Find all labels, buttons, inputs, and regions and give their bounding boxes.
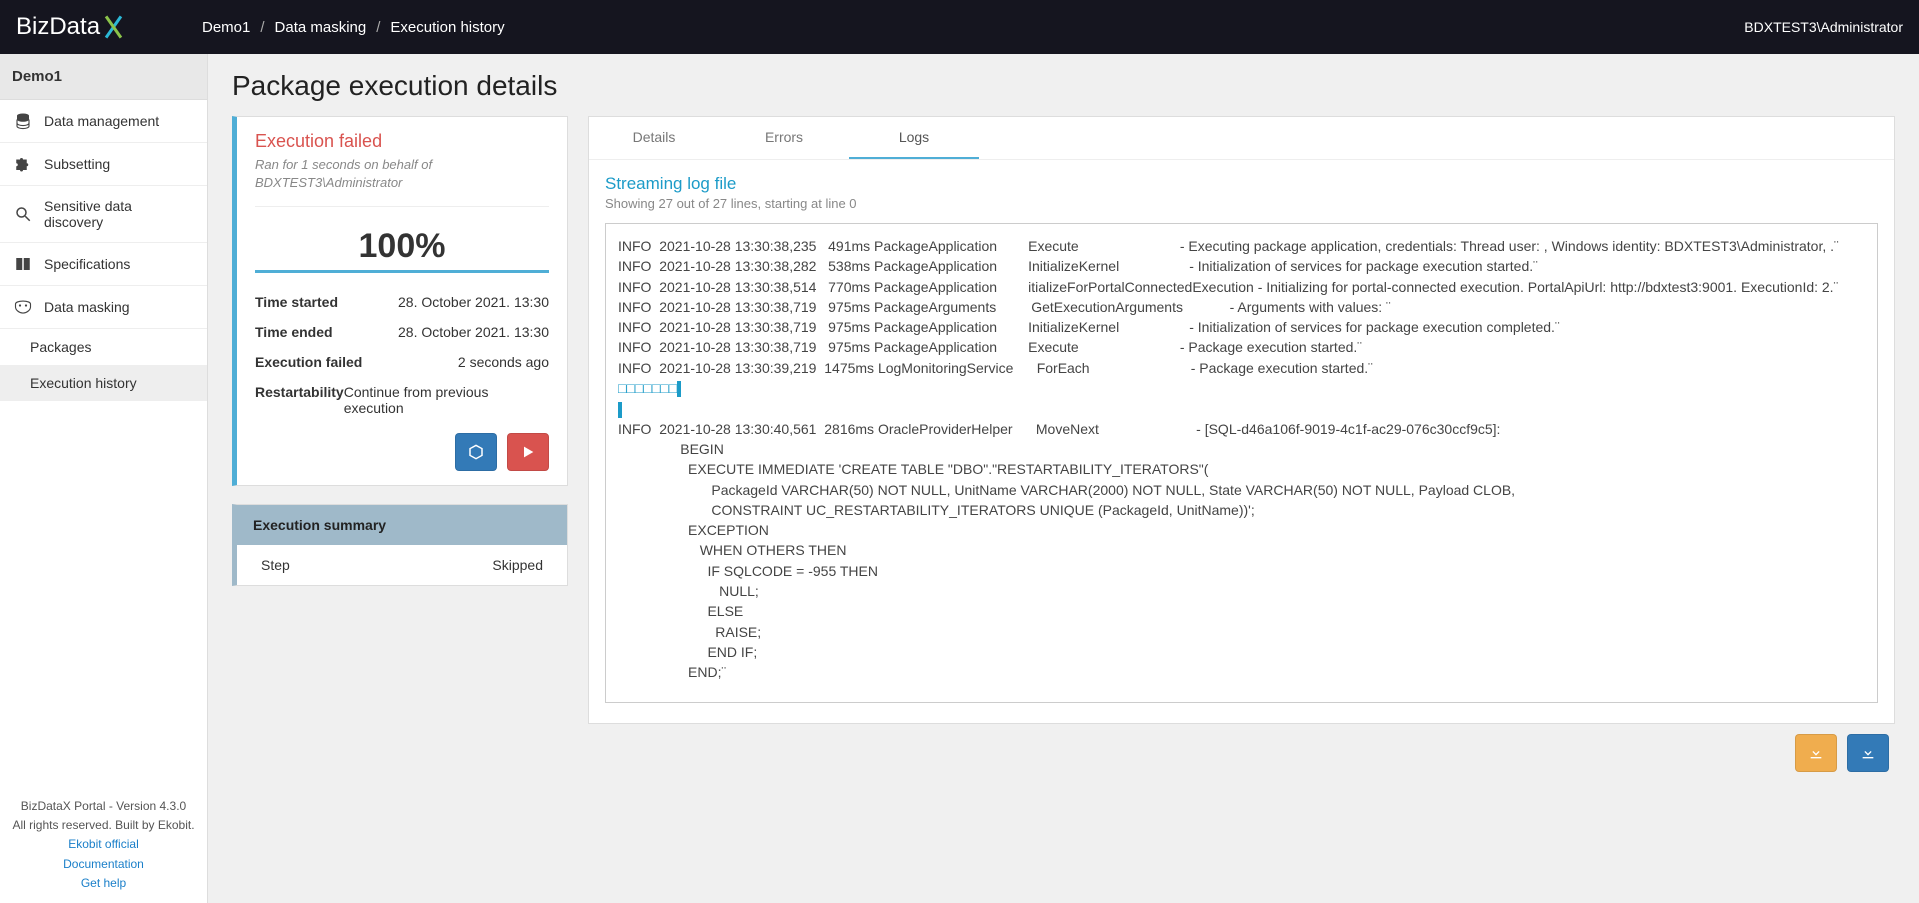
logs-title: Streaming log file [605,174,1878,194]
progress-percent: 100% [255,221,549,270]
status-title: Execution failed [255,131,549,152]
topbar: BizData Demo1 / Data masking / Execution… [0,0,1919,54]
status-row-key: Execution failed [255,354,362,370]
log-output[interactable]: INFO 2021-10-28 13:30:38,235 491ms Packa… [605,223,1878,703]
summary-col-skipped: Skipped [492,557,543,573]
environment-name: Demo1 [0,54,207,100]
status-row-val: 2 seconds ago [458,354,549,370]
sidebar-item-data-management[interactable]: Data management [0,100,207,143]
footer-link-documentation[interactable]: Documentation [10,855,197,874]
copyright-text: All rights reserved. Built by Ekobit. [10,816,197,835]
sidebar-item-specifications[interactable]: Specifications [0,243,207,286]
sidebar-item-label: Sensitive data discovery [44,198,193,230]
progress-bar [255,270,549,273]
breadcrumb-item[interactable]: Data masking [275,19,367,36]
sidebar-sub-packages[interactable]: Packages [0,329,207,365]
status-row-val: 28. October 2021. 13:30 [398,324,549,340]
tab-details[interactable]: Details [589,117,719,159]
status-ran-for: Ran for 1 seconds on behalf of [255,156,549,174]
sidebar: Demo1 Data management Subsetting Sensiti… [0,54,208,903]
logs-subtitle: Showing 27 out of 27 lines, starting at … [605,196,1878,211]
sidebar-item-sensitive-data-discovery[interactable]: Sensitive data discovery [0,186,207,243]
sidebar-item-label: Data management [44,113,159,129]
footer-link-get-help[interactable]: Get help [10,874,197,893]
breadcrumb-sep: / [376,19,380,36]
summary-col-step: Step [261,557,290,573]
status-row-val: Continue from previous execution [344,384,549,416]
page-title: Package execution details [232,70,1895,102]
download-partial-button[interactable] [1795,734,1837,772]
package-button[interactable] [455,433,497,471]
play-icon [520,444,536,460]
sidebar-item-subsetting[interactable]: Subsetting [0,143,207,186]
mask-icon [14,298,32,316]
status-row-val: 28. October 2021. 13:30 [398,294,549,310]
sidebar-item-label: Specifications [44,256,130,272]
puzzle-icon [14,155,32,173]
summary-header: Execution summary [237,505,567,545]
breadcrumb-item[interactable]: Demo1 [202,19,250,36]
logo-text: BizData [16,13,100,41]
logo-x-icon [102,15,126,39]
status-row-key: Time ended [255,324,333,340]
logo[interactable]: BizData [16,13,202,41]
search-icon [14,205,32,223]
execution-status-panel: Execution failed Ran for 1 seconds on be… [232,116,568,486]
status-row-key: Restartability [255,384,344,416]
sidebar-item-label: Subsetting [44,156,110,172]
version-text: BizDataX Portal - Version 4.3.0 [10,797,197,816]
run-button[interactable] [507,433,549,471]
tab-logs[interactable]: Logs [849,117,979,159]
breadcrumb: Demo1 / Data masking / Execution history [202,19,505,36]
status-row-key: Time started [255,294,338,310]
cube-icon [467,443,485,461]
breadcrumb-sep: / [260,19,264,36]
database-icon [14,112,32,130]
book-icon [14,255,32,273]
main-content: Package execution details Execution fail… [208,54,1919,903]
download-icon [1808,745,1824,761]
status-on-behalf: BDXTEST3\Administrator [255,174,549,192]
sidebar-item-label: Data masking [44,299,130,315]
download-full-button[interactable] [1847,734,1889,772]
footer-link-ekobit[interactable]: Ekobit official [10,835,197,854]
details-tabs: Details Errors Logs Streaming log file S… [588,116,1895,724]
tab-errors[interactable]: Errors [719,117,849,159]
sidebar-item-data-masking[interactable]: Data masking [0,286,207,329]
breadcrumb-item[interactable]: Execution history [390,19,504,36]
sidebar-footer: BizDataX Portal - Version 4.3.0 All righ… [0,787,207,903]
execution-summary-panel: Execution summary Step Skipped [232,504,568,586]
current-user[interactable]: BDXTEST3\Administrator [1744,19,1903,35]
sidebar-sub-execution-history[interactable]: Execution history [0,365,207,401]
download-icon [1860,745,1876,761]
